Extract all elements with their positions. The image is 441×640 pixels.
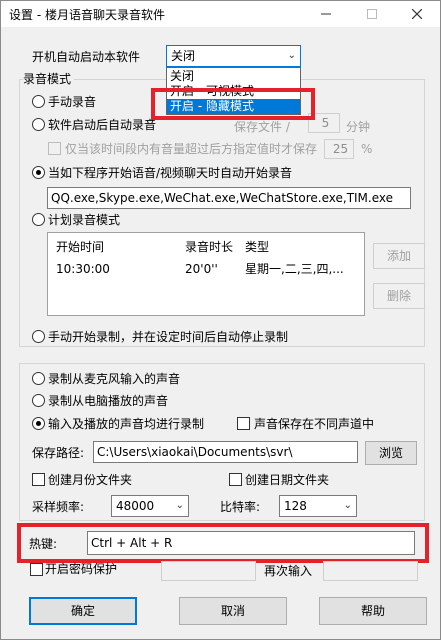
manual-record-radio[interactable] (32, 95, 45, 108)
browse-button[interactable]: 浏览 (365, 441, 417, 465)
maximize-icon (367, 9, 377, 19)
both-radio[interactable] (32, 417, 45, 430)
volume-check-label: 仅当该时间段内有音量超过后方指定值时才保存 (65, 142, 318, 156)
sample-rate-value: 48000 (116, 499, 155, 513)
plan-column-duration: 录音时长 (185, 240, 234, 254)
plan-mode-radio[interactable] (32, 213, 45, 226)
autostart-selected: 关闭 (171, 49, 196, 63)
window-title: 设置 - 楼月语音聊天录音软件 (9, 8, 165, 22)
close-button[interactable] (394, 1, 440, 27)
add-plan-button[interactable]: 添加 (373, 243, 425, 269)
plan-cell-type: 星期一,二,三,四,... (245, 262, 344, 276)
on-program-label: 当如下程序开始语音/视频聊天时自动开始录音 (48, 166, 293, 180)
ok-button[interactable]: 确定 (29, 597, 137, 625)
sample-rate-select[interactable]: 48000 ⌄ (111, 495, 189, 517)
autostart-label: 开机自动启动本软件 (32, 50, 141, 64)
bitrate-value: 128 (284, 499, 307, 513)
record-mode-title: 录音模式 (23, 72, 75, 86)
password-check[interactable] (30, 563, 43, 576)
month-folder-label: 创建月份文件夹 (48, 473, 133, 487)
plan-column-start: 开始时间 (56, 240, 105, 254)
delete-plan-button[interactable]: 删除 (373, 283, 425, 309)
auto-on-start-radio[interactable] (32, 118, 45, 131)
plan-list[interactable]: 开始时间 录音时长 类型 10:30:00 20'0'' 星期一,二,三,四,.… (47, 232, 365, 316)
manual-record-label: 手动录音 (48, 95, 97, 109)
cancel-button[interactable]: 取消 (179, 597, 287, 625)
plan-mode-label: 计划录音模式 (48, 213, 121, 227)
date-folder-check[interactable] (229, 473, 242, 486)
auto-on-start-label: 软件启动后自动录音 (48, 118, 157, 132)
minutes-unit: 分钟 (346, 120, 371, 134)
autostart-select[interactable]: 关闭 ⌄ (166, 45, 301, 67)
plan-cell-start: 10:30:00 (56, 262, 110, 276)
bitrate-label: 比特率: (220, 500, 261, 514)
title-bar: 设置 - 楼月语音聊天录音软件 (1, 1, 440, 27)
manual-stop-label: 手动开始录制，并在设定时间后自动停止录制 (48, 330, 289, 344)
mic-label: 录制从麦克风输入的声音 (48, 372, 181, 386)
close-icon (412, 9, 422, 19)
highlight-box-hotkey (17, 523, 429, 563)
chevron-down-icon: ⌄ (175, 500, 184, 511)
save-path-field[interactable]: C:\Users\xiaokai\Documents\svr\ (93, 441, 358, 463)
chevron-down-icon: ⌄ (343, 500, 352, 511)
settings-window: 设置 - 楼月语音聊天录音软件 开机自动启动本软件 关闭 ⌄ 录音模式 手动录音… (0, 0, 441, 640)
mic-radio[interactable] (32, 372, 45, 385)
on-program-radio[interactable] (32, 166, 45, 179)
bitrate-select[interactable]: 128 ⌄ (279, 495, 357, 517)
both-label: 输入及播放的声音均进行录制 (48, 417, 205, 431)
separate-channels-check[interactable] (237, 417, 250, 430)
repeat-password-label: 再次输入 (264, 564, 313, 578)
plan-column-type: 类型 (245, 240, 270, 254)
table-row[interactable]: 10:30:00 20'0'' 星期一,二,三,四,... (48, 257, 364, 277)
volume-value-field[interactable]: 25 (324, 139, 354, 159)
percent-unit: % (361, 142, 373, 156)
minimize-button[interactable] (303, 1, 349, 27)
password-field[interactable] (161, 561, 256, 581)
dropdown-option-off[interactable]: 关闭 (167, 69, 300, 84)
programs-field[interactable]: QQ.exe,Skype.exe,WeChat.exe,WeChatStore.… (47, 187, 411, 209)
date-folder-label: 创建日期文件夹 (245, 473, 330, 487)
highlight-box-dropdown (151, 88, 315, 120)
manual-stop-radio[interactable] (32, 330, 45, 343)
save-path-label: 保存路径: (32, 446, 85, 460)
volume-check[interactable] (48, 142, 61, 155)
pc-radio[interactable] (32, 394, 45, 407)
plan-cell-duration: 20'0'' (185, 262, 218, 276)
chevron-down-icon: ⌄ (287, 50, 296, 61)
maximize-button[interactable] (349, 1, 395, 27)
sample-rate-label: 采样频率: (32, 500, 85, 514)
save-file-label: 保存文件 / (234, 120, 290, 134)
minimize-icon (321, 13, 331, 15)
month-folder-check[interactable] (32, 473, 45, 486)
separate-channels-label: 声音保存在不同声道中 (254, 417, 375, 431)
password-label: 开启密码保护 (45, 562, 118, 576)
help-button[interactable]: 帮助 (319, 597, 427, 625)
repeat-password-field[interactable] (323, 561, 418, 581)
pc-label: 录制从电脑播放的声音 (48, 394, 169, 408)
